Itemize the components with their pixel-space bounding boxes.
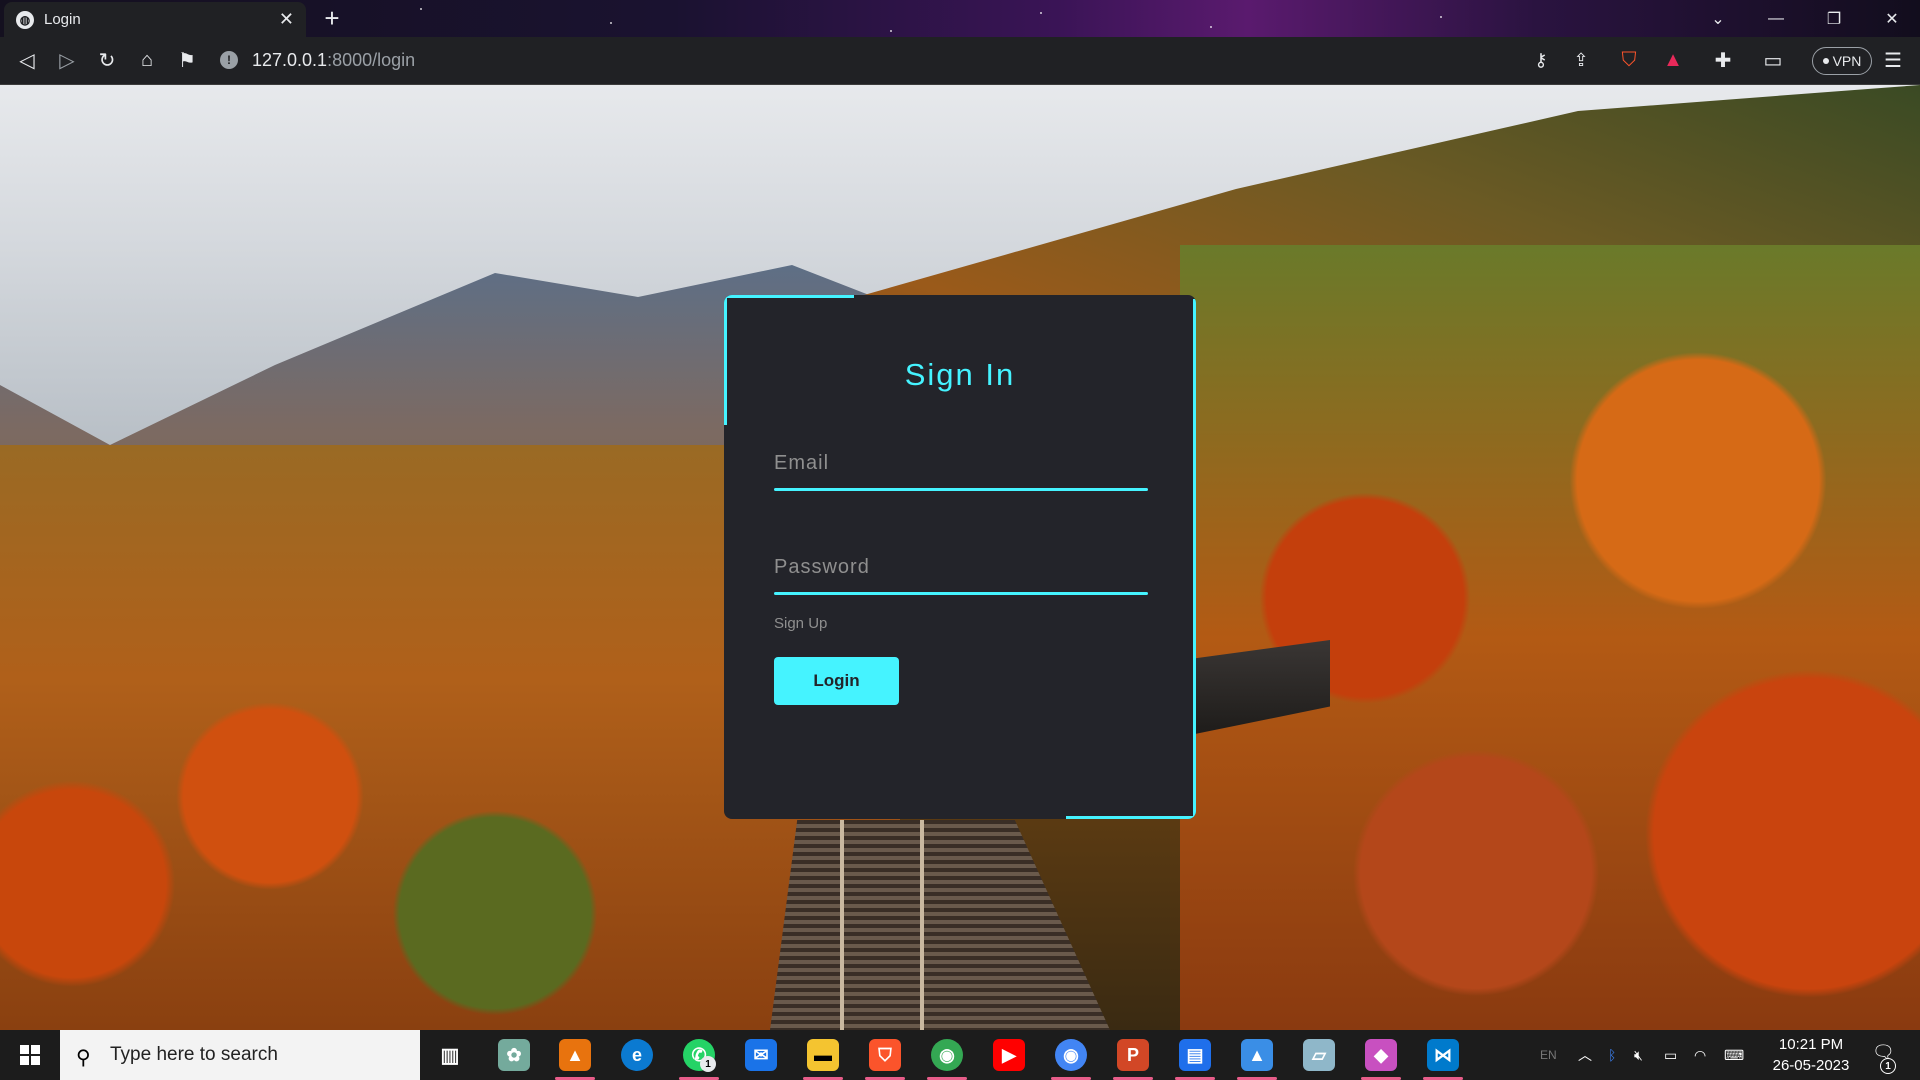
task-view-icon[interactable]: ▥ [434, 1039, 466, 1071]
search-placeholder: Type here to search [110, 1044, 278, 1065]
notification-count: 1 [1880, 1058, 1896, 1074]
key-icon[interactable]: ⚷ [1526, 45, 1556, 75]
youtube-icon[interactable]: ▶ [993, 1039, 1025, 1071]
login-button[interactable]: Login [774, 657, 899, 705]
powerpoint-icon[interactable]: P [1117, 1039, 1149, 1071]
whatsapp-badge: 1 [700, 1056, 716, 1072]
url-host: 127.0.0.1 [252, 49, 328, 70]
bookmark-icon[interactable]: ⚑ [172, 45, 202, 75]
edge-icon[interactable]: e [621, 1039, 653, 1071]
chrome-profile-icon[interactable]: ◉ [1055, 1039, 1087, 1071]
figma-icon[interactable]: ◆ [1365, 1039, 1397, 1071]
restore-button[interactable]: ❐ [1806, 0, 1862, 37]
star-decoration [420, 8, 422, 10]
card-border-glow [724, 295, 854, 298]
vpn-button[interactable]: VPN [1812, 47, 1872, 75]
wallet-icon[interactable]: ▭ [1758, 45, 1788, 75]
signup-link[interactable]: Sign Up [774, 615, 827, 632]
password-field-wrapper [774, 547, 1148, 595]
url-path: :8000/login [327, 49, 416, 70]
globe-icon: ◍ [16, 10, 34, 29]
email-underline [774, 488, 1148, 491]
password-field[interactable] [774, 547, 1148, 587]
brave-icon[interactable]: ⛉ [869, 1039, 901, 1071]
vscode-icon[interactable]: ⋈ [1427, 1039, 1459, 1071]
address-bar[interactable]: ! 127.0.0.1 :8000/login [220, 45, 415, 75]
background-forest-right [1180, 245, 1920, 1030]
photos-icon[interactable]: ▲ [1241, 1039, 1273, 1071]
menu-icon[interactable]: ☰ [1878, 45, 1908, 75]
battery-icon[interactable]: ▭ [1664, 1030, 1677, 1080]
star-decoration [1040, 12, 1042, 14]
wifi-icon[interactable]: ◠ [1694, 1030, 1706, 1080]
star-decoration [1210, 26, 1212, 28]
close-tab-icon[interactable]: ✕ [279, 9, 294, 30]
vpn-status-dot [1822, 58, 1829, 64]
taskbar-search[interactable]: ⚲ Type here to search [60, 1030, 420, 1080]
store-icon[interactable]: ▤ [1179, 1039, 1211, 1071]
star-decoration [1440, 16, 1442, 18]
chrome-icon[interactable]: ◉ [931, 1039, 963, 1071]
windows-logo-icon [20, 1045, 40, 1065]
chevron-up-icon[interactable]: ︿ [1578, 1030, 1592, 1080]
forward-icon[interactable]: ▷ [52, 45, 82, 75]
password-underline [774, 592, 1148, 595]
extensions-icon[interactable]: ✚ [1708, 45, 1738, 75]
chatgpt-icon[interactable]: ✿ [498, 1039, 530, 1071]
clock-date: 26-05-2023 [1772, 1057, 1850, 1074]
reload-icon[interactable]: ↻ [92, 45, 122, 75]
close-window-button[interactable]: ✕ [1864, 0, 1920, 37]
star-decoration [610, 22, 612, 24]
share-icon[interactable]: ⇪ [1566, 45, 1596, 75]
new-tab-button[interactable]: + [318, 5, 346, 33]
taskbar: ⚲ Type here to search ▥ ✿ ▲ e ✆ 1 ✉ ▬ ⛉ … [0, 1030, 1920, 1080]
language-indicator[interactable]: EN [1540, 1030, 1557, 1080]
back-icon[interactable]: ◁ [12, 45, 42, 75]
home-icon[interactable]: ⌂ [132, 45, 162, 75]
notepad-icon[interactable]: ▱ [1303, 1039, 1335, 1071]
app-launcher-icon[interactable]: ▲ [559, 1039, 591, 1071]
login-card: Sign In Sign Up Login [724, 295, 1196, 819]
file-explorer-icon[interactable]: ▬ [807, 1039, 839, 1071]
brave-rewards-icon[interactable]: ▲ [1658, 45, 1688, 75]
clock-time: 10:21 PM [1778, 1036, 1844, 1053]
bluetooth-icon[interactable]: ᛒ [1608, 1030, 1616, 1080]
tab-title: Login [44, 11, 81, 28]
keyboard-icon[interactable]: ⌨ [1724, 1030, 1744, 1080]
site-info-icon[interactable]: ! [220, 51, 238, 69]
background-rail [920, 820, 924, 1030]
login-heading: Sign In [904, 357, 1016, 392]
background-railway [770, 820, 1110, 1030]
brave-shield-icon[interactable]: ⛉ [1614, 45, 1644, 75]
search-icon: ⚲ [76, 1047, 91, 1069]
star-decoration [890, 30, 892, 32]
system-clock[interactable]: 10:21 PM 26-05-2023 [1758, 1034, 1864, 1076]
vpn-label: VPN [1832, 53, 1862, 69]
tab-search-chevron-icon[interactable]: ⌄ [1690, 0, 1746, 37]
volume-muted-icon[interactable]: 🔇︎ [1634, 1030, 1643, 1080]
minimize-button[interactable]: — [1748, 0, 1804, 37]
email-field[interactable] [774, 443, 1148, 483]
email-field-wrapper [774, 443, 1148, 491]
background-rail [840, 820, 844, 1030]
card-border-glow [1066, 816, 1196, 819]
start-button[interactable] [0, 1030, 60, 1080]
tab-strip: ◍ Login ✕ + ⌄ — ❐ ✕ [0, 0, 1920, 37]
tab-login[interactable]: ◍ Login ✕ [4, 2, 306, 37]
mail-icon[interactable]: ✉ [745, 1039, 777, 1071]
